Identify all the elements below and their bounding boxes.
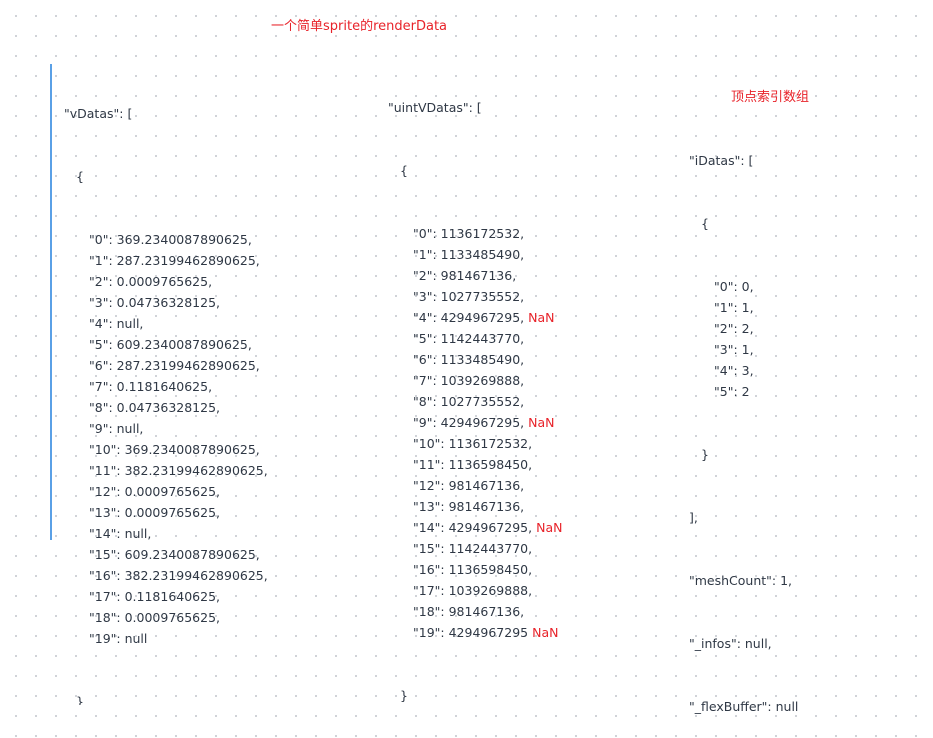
index-array-note: 顶点索引数组 [731,90,810,105]
vdatas-key: "vDatas": [ [64,106,133,121]
vdatas-entry: "13": 0.0009765625, [89,505,221,520]
idatas-array-close: ], [689,510,698,525]
infos-line: "_infos": null, [689,636,772,651]
vdatas-entry: "0": 369.2340087890625, [89,232,252,247]
uintvdatas-entry: "10": 1136172532, [413,433,562,454]
uintvdatas-entry: "4": 4294967295, NaN [413,307,562,328]
vdatas-entry: "9": null, [89,421,144,436]
uintvdatas-entry-text: "19": 4294967295 [413,625,529,640]
flexbuffer-line: "_flexBuffer": null [689,699,799,714]
vdatas-brace-open: { [76,169,84,184]
uintvdatas-entry-text: "8": 1027735552, [413,394,525,409]
uintvdatas-entry: "16": 1136598450, [413,559,562,580]
uintvdatas-block: "uintVDatas": [ { "0": 1136172532, "1": 1… [388,55,562,727]
vdatas-entry: "8": 0.04736328125, [89,400,221,415]
uintvdatas-entry-text: "0": 1136172532, [413,226,525,241]
vdatas-entry: "18": 0.0009765625, [89,610,221,625]
vdatas-side-bar [50,64,52,540]
uintvdatas-entry-text: "4": 4294967295, [413,310,525,325]
idatas-key: "iDatas": [ [689,153,754,168]
idatas-entry: "3": 1, [714,342,754,357]
vdatas-entry: "17": 0.1181640625, [89,589,221,604]
vdatas-entry: "11": 382.23199462890625, [89,463,268,478]
uintvdatas-entry: "0": 1136172532, [413,223,562,244]
uintvdatas-entry: "12": 981467136, [413,475,562,496]
nan-annotation: NaN [528,310,555,325]
vdatas-entry: "12": 0.0009765625, [89,484,221,499]
vdatas-block: "vDatas": [ { "0": 369.2340087890625, "1"… [64,61,268,726]
uintvdatas-entry: "1": 1133485490, [413,244,562,265]
renderdata-title: 一个简单sprite的renderData [271,19,448,34]
uintvdatas-entry-text: "9": 4294967295, [413,415,525,430]
nan-annotation: NaN [528,415,555,430]
idatas-entry: "2": 2, [714,321,754,336]
uintvdatas-entry: "3": 1027735552, [413,286,562,307]
uintvdatas-entry-text: "16": 1136598450, [413,562,533,577]
uintvdatas-entry: "9": 4294967295, NaN [413,412,562,433]
vdatas-entry: "3": 0.04736328125, [89,295,221,310]
uintvdatas-entry-text: "18": 981467136, [413,604,525,619]
vdatas-entry: "14": null, [89,526,152,541]
uintvdatas-entry: "2": 981467136, [413,265,562,286]
idatas-brace-close: } [701,447,709,462]
vdatas-entry: "4": null, [89,316,144,331]
meshcount-line: "meshCount": 1, [689,573,793,588]
uintvdatas-entry-text: "5": 1142443770, [413,331,525,346]
uintvdatas-entry-text: "14": 4294967295, [413,520,533,535]
idatas-block: "iDatas": [ { "0": 0, "1": 1, "2": 2, "3": … [689,108,798,738]
nan-annotation: NaN [536,520,563,535]
uintvdatas-entry: "6": 1133485490, [413,349,562,370]
uintvdatas-entry-text: "17": 1039269888, [413,583,533,598]
uintvdatas-entry-text: "10": 1136172532, [413,436,533,451]
vdatas-entry: "5": 609.2340087890625, [89,337,252,352]
vdatas-entry: "15": 609.2340087890625, [89,547,260,562]
vdatas-entry: "16": 382.23199462890625, [89,568,268,583]
uintvdatas-entry: "7": 1039269888, [413,370,562,391]
uintvdatas-entry-text: "1": 1133485490, [413,247,525,262]
vdatas-entry: "19": null [89,631,148,646]
uintvdatas-entry: "19": 4294967295 NaN [413,622,562,643]
uintvdatas-entry: "11": 1136598450, [413,454,562,475]
uintvdatas-entry-text: "11": 1136598450, [413,457,533,472]
uintvdatas-entry: "18": 981467136, [413,601,562,622]
vdatas-entry: "10": 369.2340087890625, [89,442,260,457]
vdatas-entry: "6": 287.23199462890625, [89,358,260,373]
uintvdatas-entry: "8": 1027735552, [413,391,562,412]
idatas-brace-open: { [701,216,709,231]
vdatas-entry: "7": 0.1181640625, [89,379,213,394]
uintvdatas-entry-text: "7": 1039269888, [413,373,525,388]
uintvdatas-entry: "15": 1142443770, [413,538,562,559]
uintvdatas-key: "uintVDatas": [ [388,100,482,115]
uintvdatas-entry: "13": 981467136, [413,496,562,517]
uintvdatas-entry: "17": 1039269888, [413,580,562,601]
uintvdatas-entry-text: "2": 981467136, [413,268,517,283]
vdatas-lines: "0": 369.2340087890625, "1": 287.23199462… [64,229,268,649]
uintvdatas-entry: "14": 4294967295, NaN [413,517,562,538]
vdatas-entry: "1": 287.23199462890625, [89,253,260,268]
idatas-entry: "1": 1, [714,300,754,315]
uintvdatas-entry-text: "6": 1133485490, [413,352,525,367]
uintvdatas-entry: "5": 1142443770, [413,328,562,349]
uintvdatas-entry-text: "3": 1027735552, [413,289,525,304]
uintvdatas-entry-text: "13": 981467136, [413,499,525,514]
vdatas-entry: "2": 0.0009765625, [89,274,213,289]
idatas-entry: "4": 3, [714,363,754,378]
idatas-entry: "5": 2 [714,384,750,399]
vdatas-brace-close: } [76,694,84,705]
uintvdatas-brace-open: { [400,163,408,178]
uintvdatas-entry-text: "15": 1142443770, [413,541,533,556]
uintvdatas-entry-text: "12": 981467136, [413,478,525,493]
nan-annotation: NaN [532,625,559,640]
idatas-entry: "0": 0, [714,279,754,294]
idatas-lines: "0": 0, "1": 1, "2": 2, "3": 1, "4": 3, "5": … [689,276,798,402]
uintvdatas-brace-close: } [400,688,408,703]
uintvdatas-lines: "0": 1136172532, "1": 1133485490, "2": 981… [388,223,562,643]
